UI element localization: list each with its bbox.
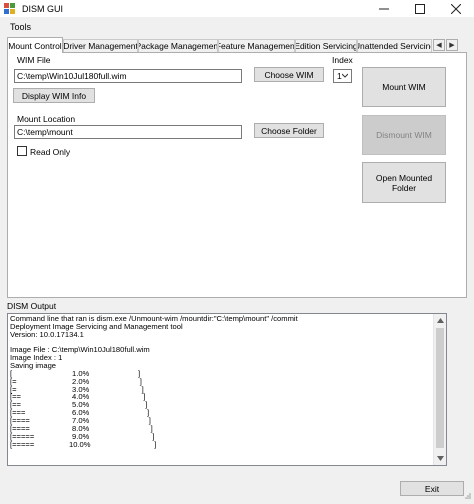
tab-scroll-right-button[interactable]: ▶ <box>446 39 458 51</box>
menu-tools[interactable]: Tools <box>0 22 41 32</box>
output-line: Image File : C:\temp\Win10Jul180full.wim <box>10 345 150 355</box>
output-line: Image Index : 1 <box>10 353 63 363</box>
chevron-up-icon <box>436 318 444 323</box>
tab-unattended-servicing[interactable]: Unattended Servicing <box>357 39 432 52</box>
close-icon <box>451 3 461 14</box>
chevron-down-icon <box>436 456 444 461</box>
mount-location-label: Mount Location <box>17 114 76 124</box>
scroll-thumb[interactable] <box>436 328 444 448</box>
dism-output-label: DISM Output <box>7 301 57 311</box>
choose-folder-button[interactable]: Choose Folder <box>254 123 324 138</box>
index-select[interactable]: 1 <box>333 69 352 83</box>
wim-file-label: WIM File <box>17 55 51 65</box>
index-label: Index <box>332 55 353 65</box>
app-icon <box>4 2 16 15</box>
exit-button[interactable]: Exit <box>400 481 464 496</box>
tab-package-management[interactable]: Package Management <box>138 39 218 52</box>
wim-file-input[interactable]: C:\temp\Win10Jul180full.wim <box>14 69 242 83</box>
display-wim-info-button[interactable]: Display WIM Info <box>13 88 95 103</box>
minimize-icon <box>379 8 389 9</box>
tab-scroll-left-button[interactable]: ◀ <box>433 39 445 51</box>
progress-bar-end: ] <box>154 439 157 449</box>
scroll-up-button[interactable] <box>434 314 446 327</box>
mount-wim-button[interactable]: Mount WIM <box>362 67 446 107</box>
chevron-left-icon: ◀ <box>436 42 442 49</box>
open-mounted-folder-button[interactable]: Open Mounted Folder <box>362 162 446 203</box>
tab-feature-management[interactable]: Feature Management <box>218 39 295 52</box>
output-lines: Command line that ran is dism.exe /Unmou… <box>10 315 435 448</box>
maximize-button[interactable] <box>402 0 438 17</box>
chevron-right-icon: ▶ <box>449 42 455 49</box>
output-progress-line: [===== 10.0%] <box>10 439 435 449</box>
tab-mount-control[interactable]: Mount Control <box>7 37 63 53</box>
mount-control-panel: WIM File C:\temp\Win10Jul180full.wim Cho… <box>7 52 467 298</box>
read-only-label: Read Only <box>30 147 71 157</box>
menu-bar: Tools <box>0 19 474 35</box>
tab-strip: Mount Control Driver Management Package … <box>7 37 467 53</box>
dismount-wim-button[interactable]: Dismount WIM <box>362 115 446 155</box>
read-only-checkbox[interactable] <box>17 146 27 156</box>
choose-wim-button[interactable]: Choose WIM <box>254 67 324 82</box>
progress-bar-text: [===== <box>10 439 35 449</box>
progress-percent-text: 10.0% <box>69 439 91 449</box>
output-scrollbar[interactable] <box>433 314 446 465</box>
minimize-button[interactable] <box>366 0 402 17</box>
maximize-icon <box>415 3 425 14</box>
chevron-down-icon <box>341 71 349 83</box>
resize-grip-icon[interactable] <box>463 491 471 501</box>
title-bar: DISM GUI <box>0 0 474 17</box>
close-button[interactable] <box>438 0 474 17</box>
mount-location-input[interactable]: C:\temp\mount <box>14 125 242 139</box>
scroll-down-button[interactable] <box>434 452 446 465</box>
dism-output-textbox[interactable]: Command line that ran is dism.exe /Unmou… <box>7 313 447 466</box>
tab-edition-servicing[interactable]: Edition Servicing <box>295 39 357 52</box>
window-title: DISM GUI <box>22 3 64 14</box>
output-line: Version: 10.0.17134.1 <box>10 329 84 339</box>
tab-driver-management[interactable]: Driver Management <box>63 39 138 52</box>
